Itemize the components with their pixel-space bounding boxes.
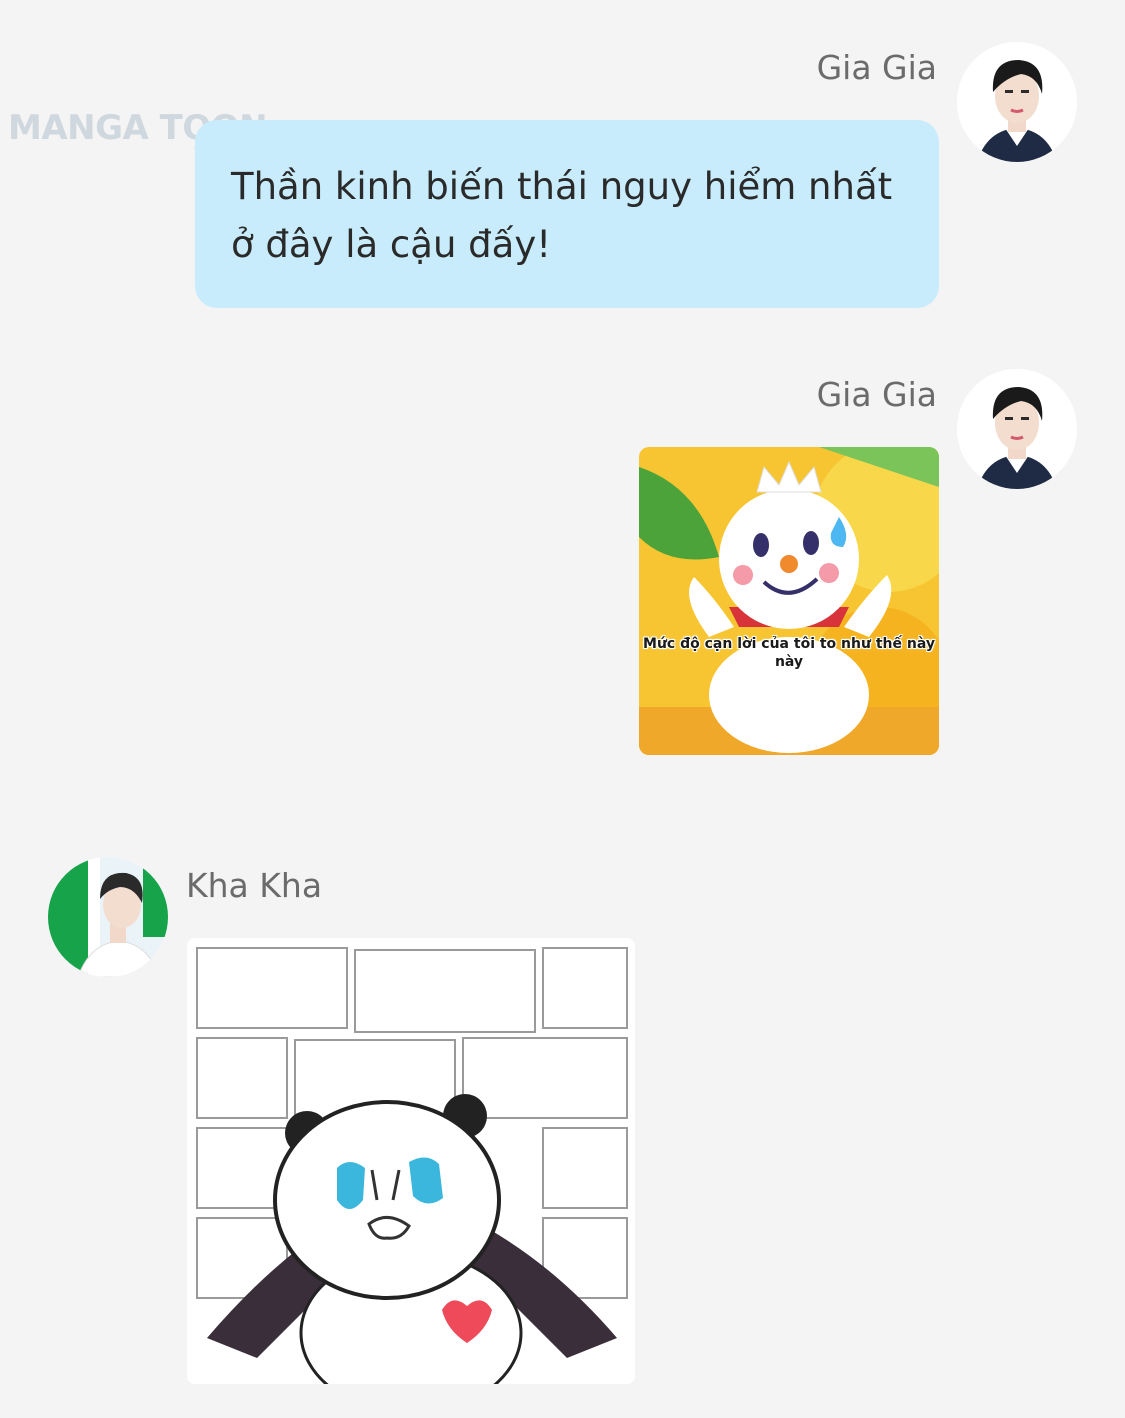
avatar-kha-kha[interactable]	[48, 857, 168, 977]
sender-name: Gia Gia	[816, 48, 937, 87]
sender-name: Gia Gia	[816, 375, 937, 414]
chat-screen: MANGA TOON Gia Gia Thần kinh biến thái n…	[0, 0, 1125, 1418]
sticker-caption: Mức độ cạn lời của tôi to như thế này nà…	[643, 636, 935, 670]
sender-name: Kha Kha	[186, 866, 323, 905]
crying-panda-sticker[interactable]	[187, 938, 635, 1384]
message-bubble[interactable]: Thần kinh biến thái nguy hiểm nhất ở đây…	[195, 120, 939, 308]
avatar-gia-gia[interactable]	[957, 42, 1077, 162]
snowman-sticker[interactable]: Mức độ cạn lời của tôi to như thế này nà…	[639, 447, 939, 755]
avatar-gia-gia[interactable]	[957, 369, 1077, 489]
